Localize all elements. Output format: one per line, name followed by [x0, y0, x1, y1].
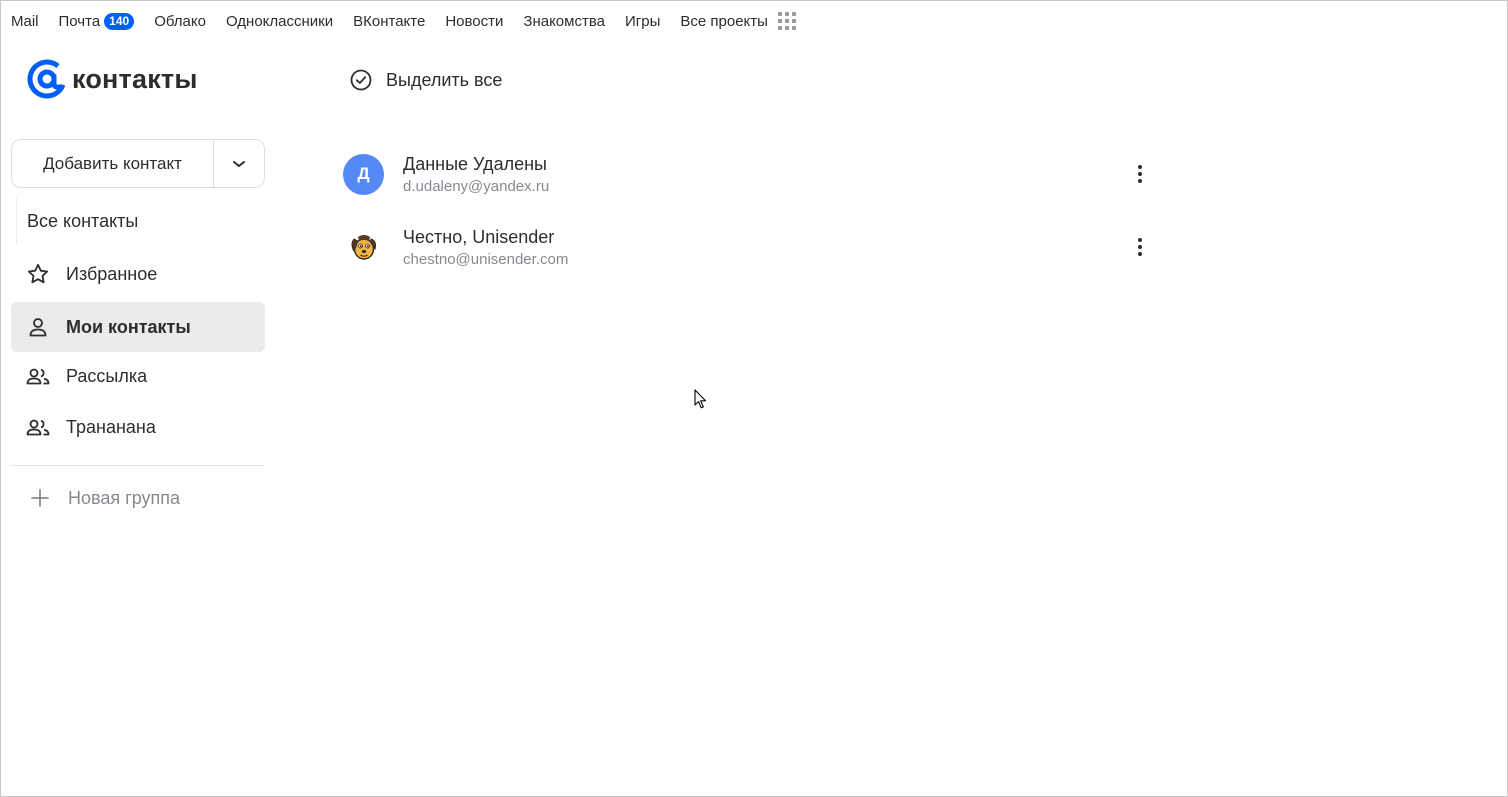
topbar-link-pochta[interactable]: Почта 140	[58, 12, 135, 30]
app-logo[interactable]: контакты	[26, 58, 198, 100]
sidebar-item-label: Рассылка	[66, 365, 148, 386]
avatar	[343, 227, 384, 268]
at-sign-icon	[27, 59, 67, 99]
select-all-button[interactable]: Выделить все	[350, 66, 502, 94]
new-group-label: Новая группа	[68, 487, 181, 508]
topbar-link-all-projects[interactable]: Все проекты	[680, 13, 768, 30]
topbar-link-novosti[interactable]: Новости	[445, 13, 503, 30]
topbar-link-odnoklassniki[interactable]: Одноклассники	[226, 13, 333, 30]
person-icon	[24, 313, 52, 341]
avatar: Д	[343, 153, 384, 195]
topbar-link-label: Почта	[58, 12, 101, 30]
sidebar-item-favorites[interactable]: Избранное	[11, 249, 265, 299]
sidebar-item-label: Избранное	[66, 263, 158, 284]
sidebar-divider	[11, 465, 265, 466]
new-group-button[interactable]: Новая группа	[11, 478, 180, 518]
grid-icon[interactable]	[777, 12, 796, 30]
topbar-link-igry[interactable]: Игры	[625, 13, 660, 30]
top-navigation-bar: Mail Почта 140 Облако Одноклассники ВКон…	[0, 0, 1508, 42]
contact-name: Честно, Unisender	[403, 226, 555, 247]
select-all-label: Выделить все	[386, 69, 503, 90]
more-vertical-icon[interactable]	[1128, 162, 1152, 186]
plus-icon	[30, 488, 58, 508]
topbar-link-oblako[interactable]: Облако	[154, 13, 206, 30]
contact-email: chestno@unisender.com	[403, 250, 569, 268]
dog-mascot-icon	[351, 235, 376, 260]
contact-email: d.udaleny@yandex.ru	[403, 177, 550, 195]
more-vertical-icon[interactable]	[1128, 235, 1152, 259]
contact-name: Данные Удалены	[403, 153, 547, 174]
unread-count-badge: 140	[104, 12, 135, 30]
mouse-cursor-icon	[694, 389, 707, 409]
add-contact-control: Добавить контакт	[11, 139, 265, 188]
contact-info: Данные Удалены d.udaleny@yandex.ru	[403, 152, 1128, 197]
topbar-link-vkontakte[interactable]: ВКонтакте	[353, 13, 425, 30]
group-icon	[24, 413, 52, 441]
topbar-link-znakomstva[interactable]: Знакомства	[523, 13, 605, 30]
contact-info: Честно, Unisender chestno@unisender.com	[403, 225, 1128, 270]
sidebar-item-my-contacts[interactable]: Мои контакты	[11, 302, 265, 352]
star-icon	[24, 260, 52, 288]
sidebar-item-label: Трананана	[66, 416, 156, 437]
sidebar-item-label: Мои контакты	[66, 316, 191, 337]
add-contact-dropdown-button[interactable]	[214, 140, 264, 187]
check-circle-icon	[350, 69, 372, 91]
logo-text: контакты	[72, 63, 198, 94]
chevron-down-icon	[233, 160, 245, 167]
sidebar-item-trananana[interactable]: Трананана	[11, 402, 265, 452]
contact-row[interactable]: Честно, Unisender chestno@unisender.com	[343, 219, 1158, 275]
contact-row[interactable]: Д Данные Удалены d.udaleny@yandex.ru	[343, 146, 1158, 202]
add-contact-button[interactable]: Добавить контакт	[12, 140, 214, 187]
group-icon	[24, 362, 52, 390]
sidebar-item-all-contacts[interactable]: Все контакты	[16, 198, 138, 244]
topbar-link-mail[interactable]: Mail	[11, 13, 39, 30]
sidebar-item-rassylka[interactable]: Рассылка	[11, 351, 265, 401]
